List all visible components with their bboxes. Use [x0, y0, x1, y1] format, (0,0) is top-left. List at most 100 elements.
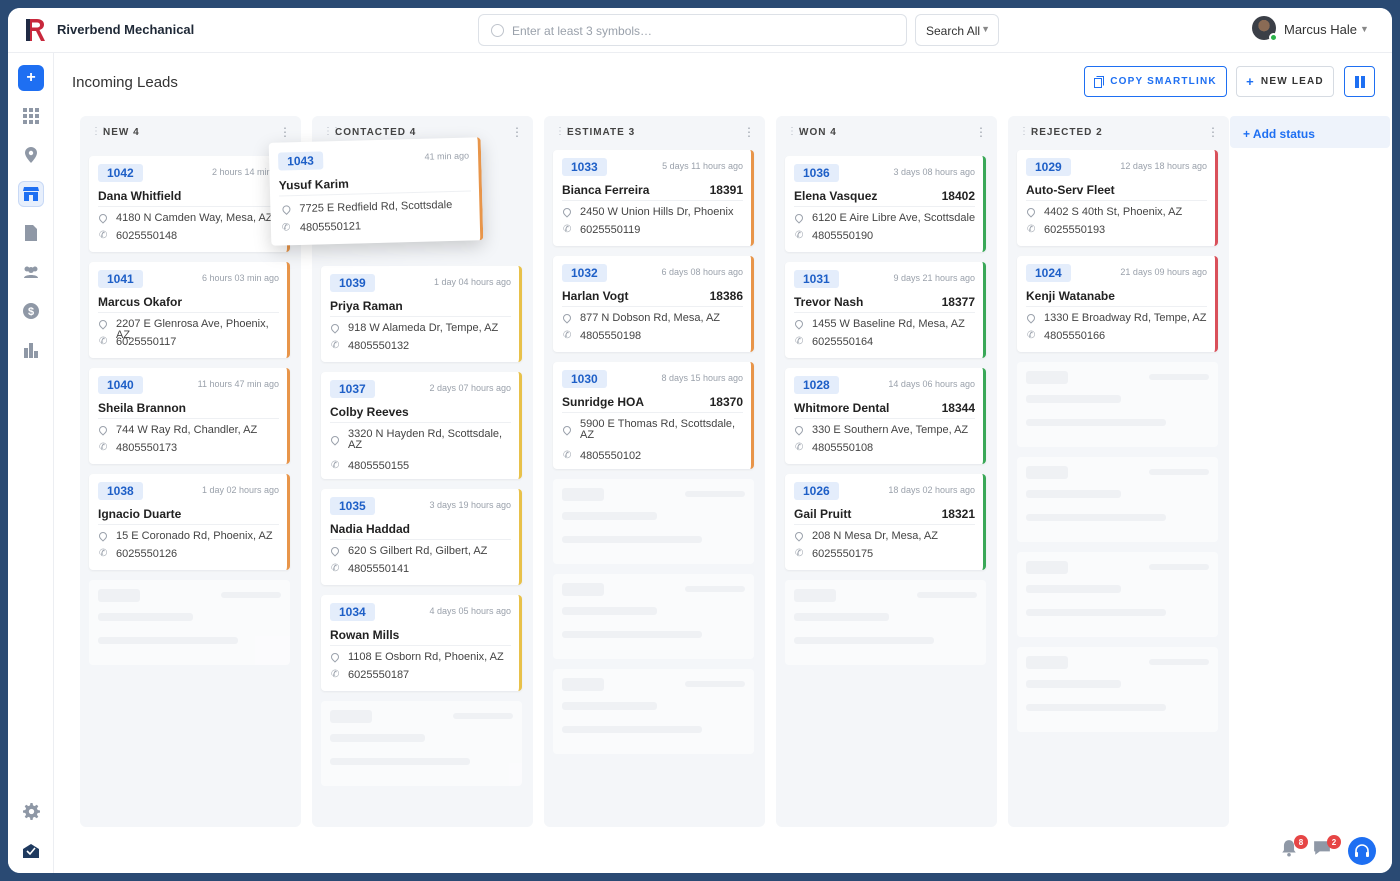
phone-icon: ✆ [331, 340, 340, 351]
lead-name: Sheila Brannon [98, 401, 187, 415]
card-divider [562, 200, 743, 201]
lead-phone: 4805550108 [812, 442, 874, 454]
lead-time: 2 days 07 hours ago [429, 383, 511, 393]
chevron-down-icon: ▼ [1360, 24, 1369, 34]
search-scope-dropdown[interactable]: Search All ▼ [915, 14, 999, 46]
lead-card[interactable]: 1041 6 hours 03 min ago Marcus Okafor 2207 … [89, 262, 290, 358]
more-vertical-icon[interactable]: ⋮ [975, 125, 987, 139]
map-pin-icon[interactable] [18, 142, 44, 168]
more-vertical-icon[interactable]: ⋮ [279, 125, 291, 139]
bar-chart-icon[interactable] [18, 337, 44, 363]
lead-name: Whitmore Dental [794, 401, 890, 415]
copy-icon [1094, 75, 1105, 88]
brand-logo [26, 19, 45, 41]
lead-time: 4 days 05 hours ago [429, 606, 511, 616]
column-header[interactable]: ⋮⋮ ESTIMATE 3 ⋮ [544, 116, 765, 148]
lead-address: 620 S Gilbert Rd, Gilbert, AZ [348, 545, 488, 557]
users-icon[interactable] [18, 259, 44, 285]
user-name: Marcus Hale [1284, 22, 1357, 37]
lead-name: Yusuf Karim [278, 176, 350, 193]
card-divider [562, 306, 743, 307]
chat-icon[interactable]: 2 [1313, 835, 1341, 861]
new-lead-button[interactable]: + NEW LEAD [1236, 66, 1334, 97]
lead-card[interactable]: 1026 18 days 02 hours ago Gail Pruitt 18321… [785, 474, 986, 570]
lead-address: 6120 E Aire Libre Ave, Scottsdale [812, 212, 976, 224]
loading-placeholder-card [553, 479, 754, 564]
lead-card[interactable]: 1042 2 hours 14 min a Dana Whitfield 4180 N… [89, 156, 290, 252]
lead-name: Colby Reeves [330, 405, 409, 419]
phone-icon: ✆ [1027, 330, 1036, 341]
grid-icon[interactable] [18, 103, 44, 129]
store-icon[interactable] [18, 181, 44, 207]
inbox-icon[interactable] [18, 838, 44, 864]
card-divider [562, 412, 743, 413]
column-header[interactable]: ⋮⋮ NEW 4 ⋮ [80, 116, 301, 148]
lead-card[interactable]: 1029 12 days 18 hours ago Auto-Serv Fleet 4… [1017, 150, 1218, 246]
lead-card[interactable]: 1037 2 days 07 hours ago Colby Reeves 3320 … [321, 372, 522, 479]
lead-card[interactable]: 1038 1 day 02 hours ago Ignacio Duarte 15 E… [89, 474, 290, 570]
column-header[interactable]: ⋮⋮ REJECTED 2 ⋮ [1008, 116, 1229, 148]
lead-card[interactable]: 1024 21 days 09 hours ago Kenji Watanabe 13… [1017, 256, 1218, 352]
more-vertical-icon[interactable]: ⋮ [743, 125, 755, 139]
card-divider [794, 206, 975, 207]
lead-card[interactable]: 1039 1 day 04 hours ago Priya Raman 918 W A… [321, 266, 522, 362]
lead-card[interactable]: 1033 5 days 11 hours ago Bianca Ferreira 18… [553, 150, 754, 246]
dragging-lead-card[interactable]: 1043 41 min ago Yusuf Karim 7725 E Redfi… [268, 137, 484, 246]
map-pin-icon [97, 530, 109, 542]
lead-card[interactable]: 1031 9 days 21 hours ago Trevor Nash 18377 1… [785, 262, 986, 358]
column-title: REJECTED 2 [1031, 127, 1103, 138]
lead-card[interactable]: 1030 8 days 15 hours ago Sunridge HOA 18370… [553, 362, 754, 469]
lead-phone: 6025550126 [116, 548, 178, 560]
add-status-button[interactable]: + Add status [1230, 116, 1390, 148]
lead-id: 1033 [562, 158, 607, 176]
lead-id: 1024 [1026, 264, 1071, 282]
lead-id: 1043 [277, 151, 324, 171]
loading-placeholder-card [553, 574, 754, 659]
document-icon[interactable] [18, 220, 44, 246]
more-vertical-icon[interactable]: ⋮ [511, 125, 523, 139]
lead-card[interactable]: 1028 14 days 06 hours ago Whitmore Dental 1… [785, 368, 986, 464]
user-menu[interactable]: Marcus Hale ▼ [1252, 16, 1376, 44]
search-input[interactable]: Enter at least 3 symbols… [478, 14, 907, 46]
lead-time: 6 days 08 hours ago [661, 267, 743, 277]
lead-address: 15 E Coronado Rd, Phoenix, AZ [116, 530, 273, 542]
lead-id: 1032 [562, 264, 607, 282]
loading-placeholder-card [1017, 457, 1218, 542]
gear-icon[interactable] [18, 798, 44, 824]
status-column: ⋮⋮ ESTIMATE 3 ⋮ 1033 5 days 11 hours ago Bian… [544, 116, 765, 827]
top-bar: Riverbend Mechanical Enter at least 3 sy… [8, 8, 1392, 53]
lead-phone: 6025550164 [812, 336, 874, 348]
more-vertical-icon[interactable]: ⋮ [1207, 125, 1219, 139]
lead-card[interactable]: 1036 3 days 08 hours ago Elena Vasquez 1840… [785, 156, 986, 252]
card-divider [330, 539, 511, 540]
card-divider [1026, 306, 1207, 307]
headset-icon[interactable] [1348, 837, 1376, 865]
card-divider [1026, 200, 1207, 201]
add-icon[interactable]: + [18, 65, 44, 91]
lead-address: 2450 W Union Hills Dr, Phoenix [580, 206, 734, 218]
lead-amount: 18377 [941, 295, 975, 309]
notification-badge: 8 [1294, 835, 1308, 849]
lead-amount: 18344 [941, 401, 975, 415]
loading-placeholder-card [1017, 362, 1218, 447]
board-view-toggle[interactable] [1344, 66, 1375, 97]
lead-card[interactable]: 1032 6 days 08 hours ago Harlan Vogt 18386 8… [553, 256, 754, 352]
lead-name: Auto-Serv Fleet [1026, 183, 1115, 197]
column-header[interactable]: ⋮⋮ WON 4 ⋮ [776, 116, 997, 148]
lead-phone: 4805550141 [348, 563, 410, 575]
card-divider [794, 418, 975, 419]
lead-address: 744 W Ray Rd, Chandler, AZ [116, 424, 258, 436]
bell-icon[interactable]: 8 [1280, 835, 1308, 861]
column-title: ESTIMATE 3 [567, 127, 636, 138]
new-lead-label: NEW LEAD [1260, 76, 1324, 87]
map-pin-icon [97, 212, 109, 224]
lead-card[interactable]: 1040 11 hours 47 min ago Sheila Brannon 744… [89, 368, 290, 464]
lead-phone: 4805550132 [348, 340, 410, 352]
map-pin-icon [329, 322, 341, 334]
map-pin-icon [1025, 312, 1037, 324]
lead-card[interactable]: 1034 4 days 05 hours ago Rowan Mills 1108 E… [321, 595, 522, 691]
lead-name: Nadia Haddad [330, 522, 411, 536]
dollar-icon[interactable]: $ [18, 298, 44, 324]
lead-card[interactable]: 1035 3 days 19 hours ago Nadia Haddad 620 S… [321, 489, 522, 585]
copy-smartlink-button[interactable]: COPY SMARTLINK [1084, 66, 1227, 97]
